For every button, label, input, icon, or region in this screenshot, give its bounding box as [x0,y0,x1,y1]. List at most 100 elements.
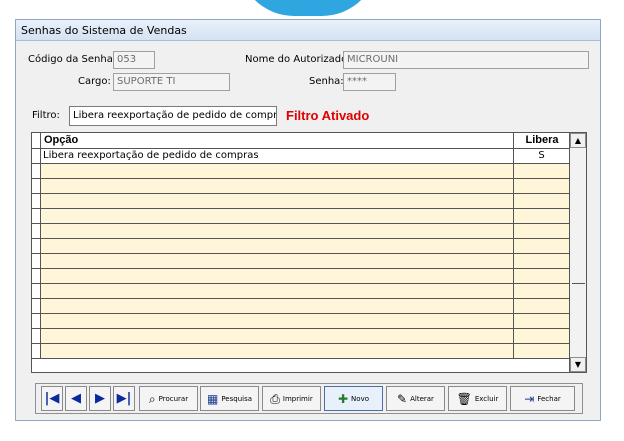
cell-opcao[interactable] [41,194,513,208]
grid-rows: Libera reexportação de pedido de compras… [32,149,569,359]
procurar-button[interactable]: ⌕ Procurar [139,386,198,411]
imprimir-button[interactable]: ⎙ Imprimir [262,386,321,411]
scroll-up-button[interactable]: ▲ [570,133,586,148]
row-indicator[interactable] [32,224,41,238]
options-grid[interactable]: Opção Libera Libera reexportação de pedi… [31,132,587,373]
cell-opcao[interactable] [41,344,513,358]
table-row[interactable] [32,254,569,269]
excluir-button[interactable]: 🗑 Excluir [448,386,507,411]
cell-libera[interactable] [513,254,569,268]
cell-opcao[interactable] [41,254,513,268]
cell-opcao[interactable] [41,239,513,253]
exit-door-icon: ⇥ [524,391,535,406]
cell-opcao[interactable] [41,164,513,178]
codigo-field[interactable]: 053 [113,51,155,69]
first-record-button[interactable]: |◀ [41,386,63,411]
filter-input[interactable]: Libera reexportação de pedido de compras [69,106,277,126]
table-row[interactable] [32,209,569,224]
row-indicator[interactable] [32,299,41,313]
first-record-icon: |◀ [44,390,60,406]
table-row[interactable]: Libera reexportação de pedido de compras… [32,149,569,164]
table-row[interactable] [32,164,569,179]
printer-icon: ⎙ [270,391,280,406]
fechar-button[interactable]: ⇥ Fechar [510,386,575,411]
cell-opcao[interactable] [41,179,513,193]
cell-libera[interactable] [513,194,569,208]
alterar-button[interactable]: ✎ Alterar [386,386,445,411]
table-row[interactable] [32,239,569,254]
row-indicator[interactable] [32,149,41,163]
scrollbar-thumb[interactable] [572,283,585,285]
pesquisa-label: Pesquisa [221,394,253,403]
last-record-button[interactable]: ▶| [113,386,135,411]
row-indicator[interactable] [32,179,41,193]
row-indicator[interactable] [32,344,41,358]
row-indicator[interactable] [32,164,41,178]
cell-libera[interactable] [513,344,569,358]
window-title: Senhas do Sistema de Vendas [16,20,600,41]
scroll-down-button[interactable]: ▼ [570,357,586,372]
cell-opcao[interactable] [41,329,513,343]
cell-libera[interactable] [513,299,569,313]
table-row[interactable] [32,299,569,314]
last-record-icon: ▶| [116,390,132,406]
cargo-field[interactable]: SUPORTE TI [113,73,230,91]
filter-label: Filtro: [32,110,60,121]
vertical-scrollbar[interactable]: ▲ ▼ [569,133,586,372]
row-indicator[interactable] [32,284,41,298]
cell-libera[interactable] [513,269,569,283]
senha-field[interactable]: **** [343,73,396,91]
edit-wand-icon: ✎ [397,391,408,406]
cell-opcao[interactable] [41,224,513,238]
grid-header: Opção Libera [32,133,569,149]
cell-opcao[interactable]: Libera reexportação de pedido de compras [41,149,513,163]
table-row[interactable] [32,329,569,344]
imprimir-label: Imprimir [282,394,313,403]
next-record-button[interactable]: ▶ [89,386,111,411]
cell-opcao[interactable] [41,269,513,283]
table-row[interactable] [32,179,569,194]
cell-opcao[interactable] [41,299,513,313]
table-row[interactable] [32,284,569,299]
row-indicator[interactable] [32,239,41,253]
row-indicator-header [32,133,41,148]
table-grid-icon: ▦ [206,391,219,406]
cell-libera[interactable] [513,164,569,178]
cell-libera[interactable] [513,209,569,223]
cell-libera[interactable] [513,179,569,193]
table-row[interactable] [32,269,569,284]
binoculars-icon: ⌕ [148,391,156,406]
previous-record-icon: ◀ [71,390,81,406]
excluir-label: Excluir [474,394,499,403]
row-indicator[interactable] [32,209,41,223]
row-indicator[interactable] [32,329,41,343]
table-row[interactable] [32,224,569,239]
column-header-opcao[interactable]: Opção [44,133,78,148]
pesquisa-button[interactable]: ▦ Pesquisa [200,386,259,411]
row-indicator[interactable] [32,194,41,208]
previous-record-button[interactable]: ◀ [65,386,87,411]
trash-icon: 🗑 [456,391,472,406]
cell-libera[interactable] [513,314,569,328]
nome-field[interactable]: MICROUNI [343,51,589,69]
cell-libera[interactable] [513,224,569,238]
nome-label: Nome do Autorizado: [245,54,351,65]
row-indicator[interactable] [32,269,41,283]
cell-opcao[interactable] [41,314,513,328]
table-row[interactable] [32,344,569,359]
cell-libera[interactable] [513,239,569,253]
cell-opcao[interactable] [41,284,513,298]
row-indicator[interactable] [32,314,41,328]
cell-opcao[interactable] [41,209,513,223]
row-indicator[interactable] [32,254,41,268]
cell-libera[interactable]: S [513,149,569,163]
table-row[interactable] [32,194,569,209]
procurar-label: Procurar [158,394,189,403]
cell-libera[interactable] [513,329,569,343]
fechar-label: Fechar [537,394,561,403]
novo-button[interactable]: ✚ Novo [324,386,383,411]
column-header-libera[interactable]: Libera [513,133,570,148]
alterar-label: Alterar [410,394,434,403]
table-row[interactable] [32,314,569,329]
cell-libera[interactable] [513,284,569,298]
